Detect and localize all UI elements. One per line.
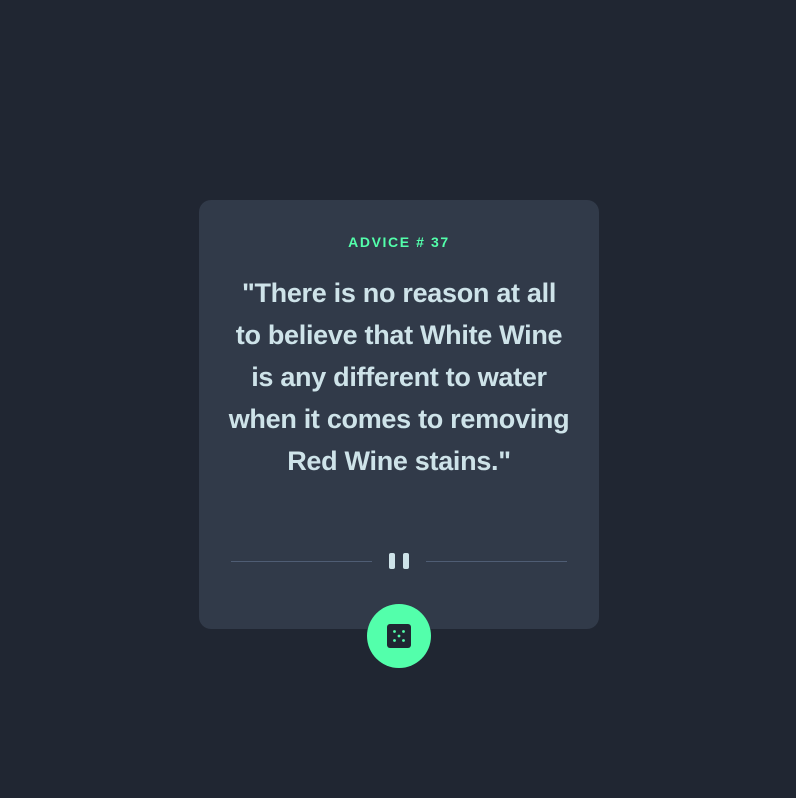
new-advice-button[interactable] — [367, 604, 431, 668]
divider-line-right — [426, 561, 567, 562]
advice-number: ADVICE # 37 — [348, 234, 450, 250]
divider-line-left — [231, 561, 372, 562]
pause-icon — [389, 553, 409, 569]
advice-quote: "There is no reason at all to believe th… — [228, 278, 570, 476]
pattern-divider — [231, 552, 567, 570]
advice-card: ADVICE # 37 "There is no reason at all t… — [199, 200, 599, 629]
dice-icon — [387, 624, 411, 648]
